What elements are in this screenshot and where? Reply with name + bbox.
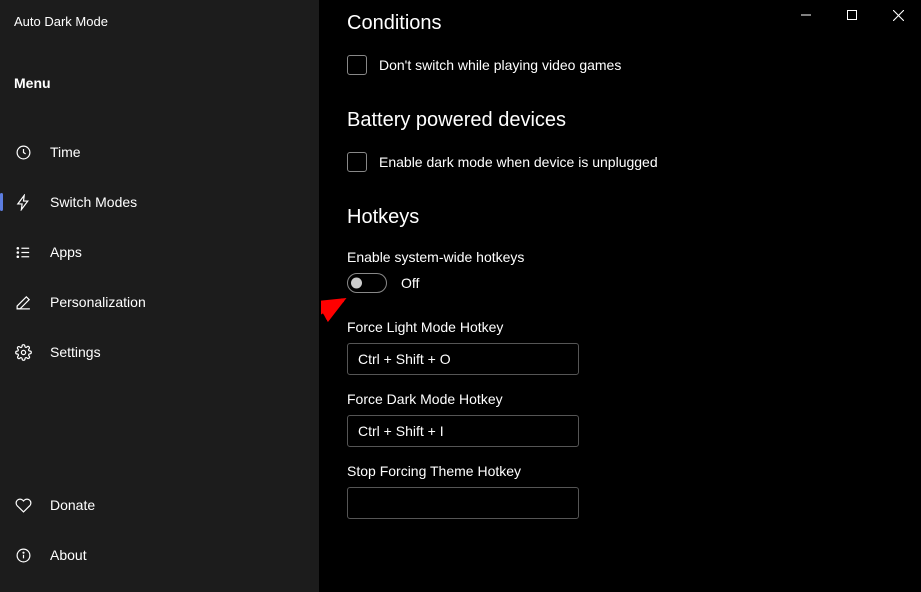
force-dark-label: Force Dark Mode Hotkey bbox=[347, 391, 921, 407]
toggle-state-label: Off bbox=[401, 275, 419, 291]
checkbox-unplugged[interactable] bbox=[347, 152, 367, 172]
sidebar-item-label: Switch Modes bbox=[50, 194, 137, 210]
nav: Time Switch Modes Apps bbox=[0, 127, 319, 377]
heart-icon bbox=[14, 496, 32, 514]
enable-hotkeys-toggle[interactable] bbox=[347, 273, 387, 293]
maximize-button[interactable] bbox=[829, 0, 875, 30]
checkbox-label: Enable dark mode when device is unplugge… bbox=[379, 154, 658, 170]
sidebar-item-apps[interactable]: Apps bbox=[0, 227, 319, 277]
sidebar-item-label: Settings bbox=[50, 344, 101, 360]
clock-icon bbox=[14, 143, 32, 161]
app-title: Auto Dark Mode bbox=[0, 10, 319, 29]
enable-hotkeys-label: Enable system-wide hotkeys bbox=[347, 249, 921, 265]
close-button[interactable] bbox=[875, 0, 921, 30]
sidebar-item-label: About bbox=[50, 547, 87, 563]
sidebar-item-label: Time bbox=[50, 144, 81, 160]
force-light-label: Force Light Mode Hotkey bbox=[347, 319, 921, 335]
stop-forcing-label: Stop Forcing Theme Hotkey bbox=[347, 463, 921, 479]
sidebar-item-personalization[interactable]: Personalization bbox=[0, 277, 319, 327]
bottom-nav: Donate About bbox=[0, 480, 319, 580]
bolt-icon bbox=[14, 193, 32, 211]
list-icon bbox=[14, 243, 32, 261]
info-icon bbox=[14, 546, 32, 564]
force-light-input[interactable] bbox=[347, 343, 579, 375]
window-controls bbox=[783, 0, 921, 30]
sidebar-item-label: Apps bbox=[50, 244, 82, 260]
menu-heading: Menu bbox=[0, 29, 319, 91]
sidebar-item-switch-modes[interactable]: Switch Modes bbox=[0, 177, 319, 227]
main-content: Conditions Don't switch while playing vi… bbox=[321, 0, 921, 592]
stop-forcing-input[interactable] bbox=[347, 487, 579, 519]
sidebar-item-donate[interactable]: Donate bbox=[0, 480, 319, 530]
sidebar: Auto Dark Mode Menu Time Switch Modes bbox=[0, 0, 321, 592]
sidebar-item-label: Personalization bbox=[50, 294, 146, 310]
minimize-button[interactable] bbox=[783, 0, 829, 30]
force-dark-input[interactable] bbox=[347, 415, 579, 447]
checkbox-video-games[interactable] bbox=[347, 55, 367, 75]
checkbox-row-unplugged: Enable dark mode when device is unplugge… bbox=[347, 152, 921, 172]
pencil-icon bbox=[14, 293, 32, 311]
checkbox-row-video-games: Don't switch while playing video games bbox=[347, 55, 921, 75]
toggle-row-hotkeys: Off bbox=[347, 273, 921, 293]
sidebar-item-label: Donate bbox=[50, 497, 95, 513]
section-title-battery: Battery powered devices bbox=[347, 109, 921, 132]
sidebar-item-time[interactable]: Time bbox=[0, 127, 319, 177]
section-title-hotkeys: Hotkeys bbox=[347, 206, 921, 229]
sidebar-item-settings[interactable]: Settings bbox=[0, 327, 319, 377]
gear-icon bbox=[14, 343, 32, 361]
sidebar-item-about[interactable]: About bbox=[0, 530, 319, 580]
toggle-knob bbox=[351, 278, 362, 289]
checkbox-label: Don't switch while playing video games bbox=[379, 57, 621, 73]
